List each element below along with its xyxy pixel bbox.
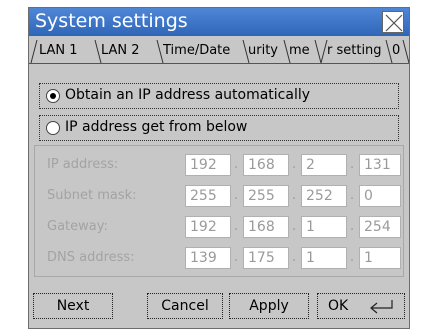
subnet-octet-3[interactable]: 252 bbox=[301, 185, 347, 207]
radio-obtain-auto[interactable]: Obtain an IP address automatically bbox=[39, 83, 399, 109]
system-settings-dialog: System settings LAN 1 LAN 2 Time/Date ur… bbox=[28, 7, 410, 329]
radio-button-unselected[interactable] bbox=[46, 121, 60, 135]
ip-octet-3[interactable]: 2 bbox=[301, 154, 347, 176]
field-row-subnet: Subnet mask: 255 . 255 . 252 . 0 bbox=[35, 185, 405, 207]
octet-dot: . bbox=[292, 219, 297, 234]
tab-underline bbox=[29, 63, 409, 64]
enter-arrow-icon bbox=[370, 300, 393, 314]
ok-button[interactable]: OK bbox=[317, 293, 405, 319]
tab-lan1[interactable]: LAN 1 bbox=[39, 40, 95, 62]
gateway-octet-1[interactable]: 192 bbox=[185, 216, 231, 238]
subnet-octet-4[interactable]: 0 bbox=[359, 185, 401, 207]
tab-lan2[interactable]: LAN 2 bbox=[101, 40, 159, 62]
button-bar: Next Cancel Apply OK bbox=[29, 293, 409, 321]
ip-octet-1[interactable]: 192 bbox=[185, 154, 231, 176]
field-row-dns: DNS address: 139 . 175 . 1 . 1 bbox=[35, 247, 405, 269]
field-label: DNS address: bbox=[47, 250, 135, 265]
window-title: System settings bbox=[35, 10, 188, 32]
octet-dot: . bbox=[350, 219, 355, 234]
ok-label: OK bbox=[328, 298, 349, 314]
ip-settings-form: IP address: 192 . 168 . 2 . 131 Subnet m… bbox=[34, 145, 404, 277]
tab-security[interactable]: urity bbox=[248, 40, 286, 62]
next-button[interactable]: Next bbox=[33, 293, 113, 319]
tab-time-date[interactable]: Time/Date bbox=[163, 40, 243, 62]
octet-dot: . bbox=[234, 219, 239, 234]
octet-dot: . bbox=[350, 250, 355, 265]
field-label: Subnet mask: bbox=[47, 188, 137, 203]
octet-dot: . bbox=[292, 157, 297, 172]
apply-button[interactable]: Apply bbox=[229, 293, 309, 319]
gateway-octet-2[interactable]: 168 bbox=[243, 216, 289, 238]
radio-auto-label: Obtain an IP address automatically bbox=[65, 87, 311, 103]
field-row-gateway: Gateway: 192 . 168 . 1 . 254 bbox=[35, 216, 405, 238]
gateway-octet-4[interactable]: 254 bbox=[359, 216, 401, 238]
radio-manual-ip[interactable]: IP address get from below bbox=[39, 115, 399, 141]
dns-octet-4[interactable]: 1 bbox=[359, 247, 401, 269]
tab-strip: LAN 1 LAN 2 Time/Date urity me r setting… bbox=[29, 38, 409, 64]
field-row-ip: IP address: 192 . 168 . 2 . 131 bbox=[35, 154, 405, 176]
tab-user-setting[interactable]: r setting bbox=[327, 40, 387, 62]
octet-dot: . bbox=[292, 188, 297, 203]
title-bar: System settings bbox=[29, 8, 409, 36]
radio-button-selected[interactable] bbox=[46, 89, 60, 103]
ip-octet-2[interactable]: 168 bbox=[243, 154, 289, 176]
tab-separator bbox=[402, 40, 409, 63]
octet-dot: . bbox=[234, 250, 239, 265]
ip-octet-4[interactable]: 131 bbox=[359, 154, 401, 176]
octet-dot: . bbox=[292, 250, 297, 265]
subnet-octet-1[interactable]: 255 bbox=[185, 185, 231, 207]
octet-dot: . bbox=[350, 188, 355, 203]
tab-separator bbox=[30, 40, 38, 63]
octet-dot: . bbox=[234, 157, 239, 172]
close-icon bbox=[385, 14, 403, 32]
field-label: IP address: bbox=[47, 157, 119, 172]
radio-manual-label: IP address get from below bbox=[65, 119, 248, 135]
field-label: Gateway: bbox=[47, 219, 108, 234]
dns-octet-2[interactable]: 175 bbox=[243, 247, 289, 269]
close-button[interactable] bbox=[382, 11, 404, 33]
cancel-button[interactable]: Cancel bbox=[147, 293, 223, 319]
octet-dot: . bbox=[234, 188, 239, 203]
octet-dot: . bbox=[350, 157, 355, 172]
subnet-octet-2[interactable]: 255 bbox=[243, 185, 289, 207]
gateway-octet-3[interactable]: 1 bbox=[301, 216, 347, 238]
dns-octet-1[interactable]: 139 bbox=[185, 247, 231, 269]
dns-octet-3[interactable]: 1 bbox=[301, 247, 347, 269]
